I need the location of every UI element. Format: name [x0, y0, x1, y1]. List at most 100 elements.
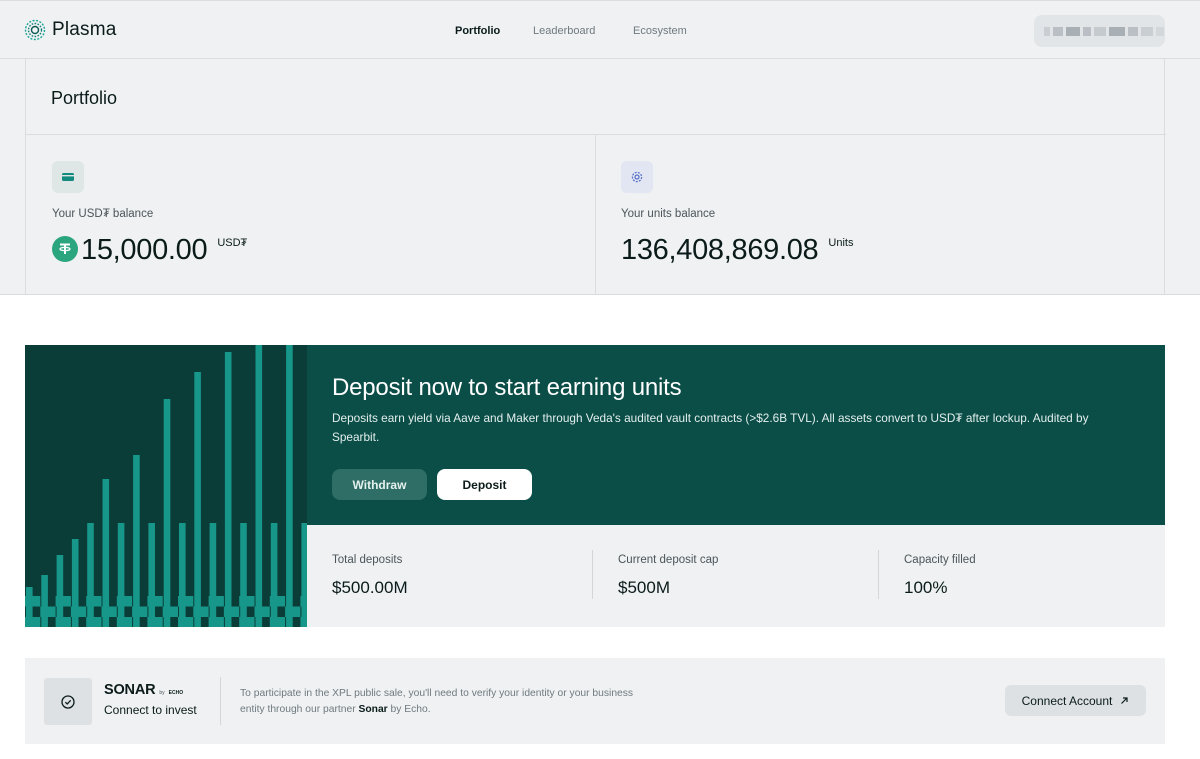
art-bar — [255, 345, 263, 627]
stat-value: 100% — [904, 578, 948, 597]
portfolio-panel: Portfolio Your USD₮ balance 15,000.00 US… — [25, 59, 1166, 295]
account-wallet-button[interactable] — [1034, 15, 1165, 47]
connect-to-invest-label: Connect to invest — [104, 703, 197, 717]
main-nav: Portfolio Leaderboard Ecosystem — [455, 25, 687, 37]
stat-value: $500M — [618, 578, 670, 597]
stat-label: Total deposits — [332, 554, 403, 566]
art-checker-cell — [25, 617, 41, 627]
art-bar — [117, 523, 125, 627]
art-checker-cell — [70, 606, 87, 617]
divider — [592, 550, 593, 599]
art-checker-cell — [147, 617, 163, 627]
art-checker-cell — [55, 617, 71, 627]
art-checker-cell — [223, 606, 240, 617]
portfolio-section: Portfolio Your USD₮ balance 15,000.00 US… — [0, 59, 1200, 295]
arrow-up-right-icon — [1121, 697, 1128, 704]
sonar-text-part: by Echo. — [387, 704, 431, 715]
art-bar — [133, 455, 140, 627]
plasma-logo-icon — [24, 19, 46, 41]
deposit-banner: Deposit now to start earning units Depos… — [25, 345, 1165, 627]
deposit-cta-panel: Deposit now to start earning units Depos… — [307, 345, 1165, 525]
connect-account-button[interactable]: Connect Account — [1005, 685, 1146, 716]
art-checker-cell — [239, 596, 255, 607]
art-checker-cell — [86, 617, 102, 627]
sonar-partner-name: Sonar — [358, 704, 388, 715]
divider — [878, 550, 879, 599]
usdt-balance-card: Your USD₮ balance 15,000.00 USD₮ — [26, 135, 595, 295]
art-checker-cell — [269, 596, 286, 607]
art-checker-cell — [254, 606, 270, 617]
redacted-address — [1044, 27, 1164, 36]
top-header: Plasma Portfolio Leaderboard Ecosystem — [0, 0, 1200, 59]
art-bar — [102, 479, 110, 627]
units-balance-label: Your units balance — [621, 208, 716, 220]
art-checker-cell — [178, 617, 194, 627]
art-bar — [270, 523, 278, 627]
art-checker-cell — [193, 606, 209, 617]
art-bar — [87, 523, 94, 627]
sonar-info-text: To participate in the XPL public sale, y… — [240, 686, 640, 718]
art-checker-cell — [269, 617, 286, 627]
units-balance-unit: Units — [828, 237, 854, 249]
deposit-stats: Total deposits $500.00M Current deposit … — [307, 525, 1165, 627]
stat-label: Current deposit cap — [618, 554, 719, 566]
art-checker-cell — [285, 606, 301, 617]
art-checker-cell — [86, 596, 102, 607]
art-checker-cell — [116, 617, 133, 627]
units-balance: 136,408,869.08 Units — [621, 231, 853, 269]
art-checker-cell — [147, 596, 163, 607]
deposit-description: Deposits earn yield via Aave and Maker t… — [332, 411, 1089, 444]
brand-name: Plasma — [52, 19, 117, 40]
nav-ecosystem[interactable]: Ecosystem — [633, 25, 687, 37]
art-bar — [56, 555, 64, 627]
art-bar — [179, 523, 186, 627]
wallet-icon — [52, 161, 84, 193]
stat-value: $500.00M — [332, 578, 408, 597]
art-checker-cell — [55, 596, 71, 607]
art-checker-cell — [208, 617, 224, 627]
usdt-balance: 15,000.00 USD₮ — [52, 231, 247, 269]
sonar-by: by — [159, 690, 165, 696]
art-checker-cell — [101, 606, 117, 617]
check-shield-icon — [44, 678, 92, 725]
art-checker-cell — [25, 596, 41, 607]
nav-leaderboard[interactable]: Leaderboard — [533, 25, 633, 37]
units-balance-card: Your units balance 136,408,869.08 Units — [596, 135, 1165, 295]
art-checker-cell — [300, 596, 307, 607]
art-checker-cell — [132, 606, 148, 617]
art-bar — [209, 523, 217, 627]
usdt-balance-unit: USD₮ — [217, 237, 248, 249]
stat-label: Capacity filled — [904, 554, 976, 566]
page-title: Portfolio — [51, 88, 118, 108]
art-bar — [224, 352, 232, 627]
art-bar — [148, 523, 155, 627]
art-bar — [240, 523, 247, 627]
art-bar — [41, 575, 48, 627]
art-checker-cell — [116, 596, 133, 607]
nav-portfolio[interactable]: Portfolio — [455, 25, 533, 37]
art-bar — [286, 345, 293, 627]
brand-logo[interactable]: Plasma — [24, 19, 117, 41]
bars-illustration — [25, 345, 307, 627]
connect-account-label: Connect Account — [1021, 693, 1113, 708]
art-checker-cell — [178, 596, 194, 607]
deposit-button[interactable]: Deposit — [437, 469, 532, 500]
art-checker-cell — [208, 596, 224, 607]
echo-logo: ECHO — [168, 690, 184, 696]
sonar-name: SONAR — [104, 682, 156, 698]
art-bar — [163, 399, 171, 627]
usdt-balance-label: Your USD₮ balance — [52, 208, 154, 220]
tether-icon — [52, 236, 78, 262]
usdt-balance-value: 15,000.00 — [81, 234, 208, 266]
art-bar — [194, 372, 201, 627]
sonar-verification-bar: SONAR by ECHO Connect to invest To parti… — [25, 658, 1165, 744]
divider — [220, 677, 221, 725]
sonar-text-part: To participate in the XPL public sale, y… — [240, 688, 634, 715]
art-checker-cell — [300, 617, 307, 627]
withdraw-button[interactable]: Withdraw — [332, 469, 427, 500]
art-checker-cell — [40, 606, 56, 617]
art-checker-cell — [239, 617, 255, 627]
sonar-brand: SONAR by ECHO — [104, 682, 183, 698]
art-checker-cell — [162, 606, 178, 617]
gear-icon — [621, 161, 653, 193]
